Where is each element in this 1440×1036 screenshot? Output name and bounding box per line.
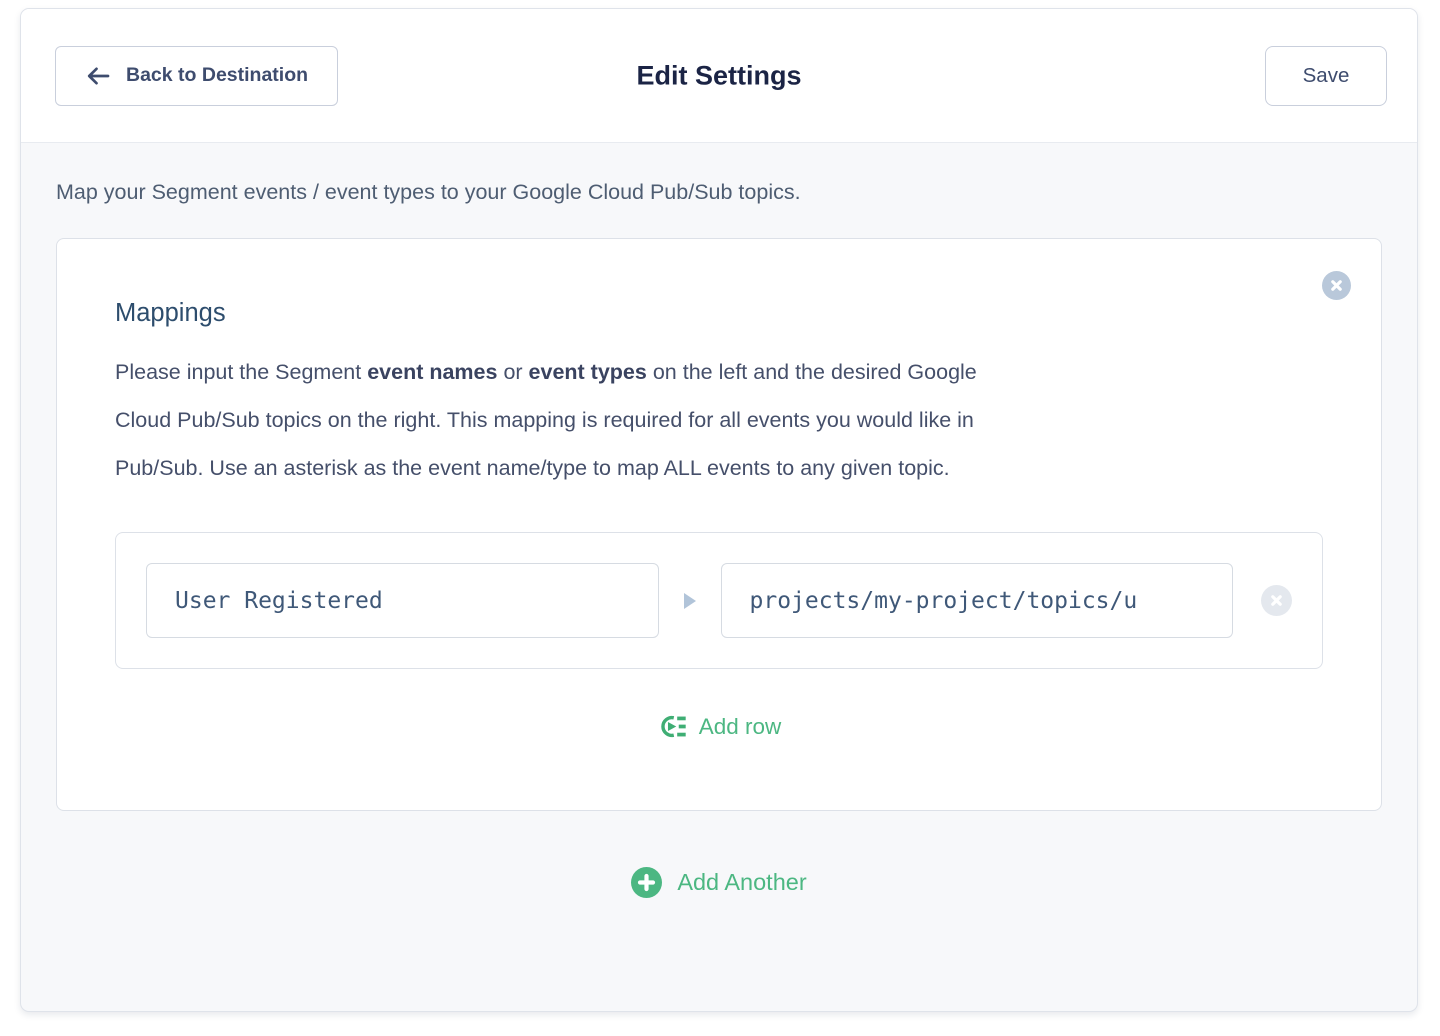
save-button[interactable]: Save (1265, 46, 1387, 106)
add-row-label: Add row (699, 714, 782, 740)
mappings-title: Mappings (115, 299, 1323, 328)
arrow-left-icon (85, 64, 111, 88)
plus-circle-icon (631, 867, 662, 898)
back-to-destination-button[interactable]: Back to Destination (55, 46, 338, 106)
header-bar: Back to Destination Edit Settings Save (21, 9, 1417, 143)
mapping-row-container (115, 532, 1323, 669)
back-button-label: Back to Destination (126, 64, 308, 87)
intro-text: Map your Segment events / event types to… (56, 180, 1382, 205)
edit-settings-panel: Back to Destination Edit Settings Save M… (20, 8, 1418, 1012)
mapping-row (146, 563, 1292, 638)
card-close-button[interactable] (1322, 271, 1351, 300)
topic-input[interactable] (721, 563, 1234, 638)
close-icon (1330, 279, 1343, 292)
add-another-label: Add Another (677, 869, 806, 896)
page-title: Edit Settings (636, 60, 801, 91)
mappings-card: Mappings Please input the Segment event … (56, 238, 1382, 811)
add-row-icon (657, 713, 686, 740)
triangle-right-icon (684, 593, 696, 609)
add-another-button[interactable]: Add Another (56, 867, 1382, 898)
mappings-description: Please input the Segment event names or … (115, 348, 1305, 492)
row-delete-icon (1270, 594, 1283, 607)
event-name-input[interactable] (146, 563, 659, 638)
content-body: Map your Segment events / event types to… (21, 143, 1417, 1011)
add-row-button[interactable]: Add row (115, 713, 1323, 740)
row-delete-button[interactable] (1261, 585, 1292, 616)
